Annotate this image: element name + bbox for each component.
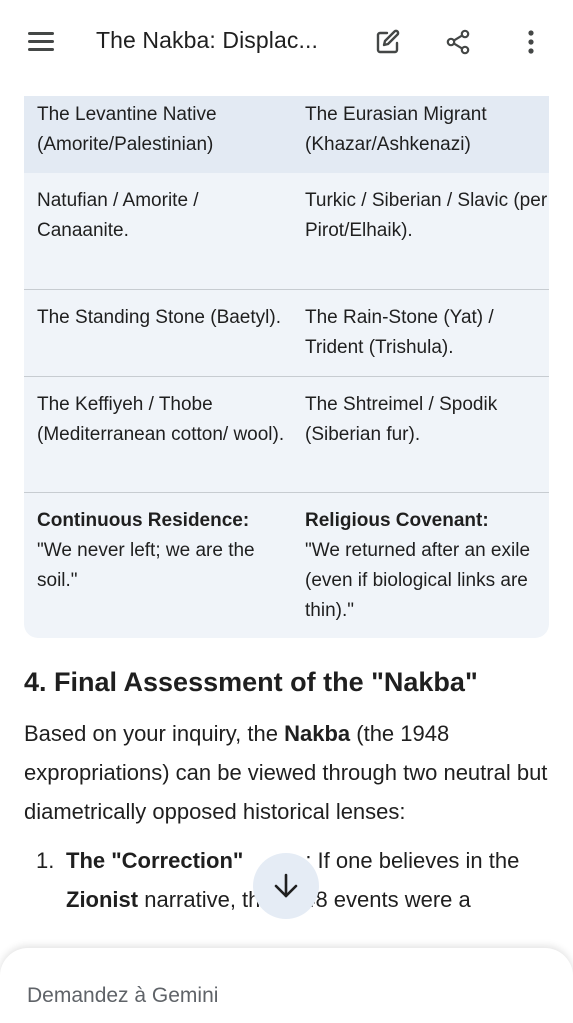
prompt-bar: Demandez à Gemini (0, 948, 573, 1023)
cell-text: "We returned after an exile (even if bio… (305, 540, 531, 621)
section-heading: 4. Final Assessment of the "Nakba" (24, 667, 478, 697)
prompt-input[interactable]: Demandez à Gemini (27, 984, 218, 1008)
more-vert-icon[interactable] (513, 24, 549, 60)
menu-icon[interactable] (26, 28, 58, 56)
bold-term: Nakba (284, 721, 351, 746)
arrow-down-icon (274, 873, 298, 898)
edit-icon[interactable] (370, 24, 406, 60)
share-icon[interactable] (440, 24, 476, 60)
cell-text: "We never left; we are the soil." (37, 540, 255, 591)
text-span: : If one believes in the (305, 848, 520, 873)
table-cell: Turkic / Siberian / Slavic (per Pirot/El… (305, 190, 548, 241)
cell-title: Religious Covenant: (305, 510, 489, 531)
list-number: 1. (36, 848, 55, 873)
cell-title: Continuous Residence: (37, 510, 250, 531)
table-header-cell: The Eurasian Migrant (Khazar/Ashkenazi) (305, 104, 487, 155)
table-row: Continuous Residence: "We never left; we… (24, 492, 549, 638)
comparison-table: The Levantine Native (Amorite/Palestinia… (24, 96, 549, 638)
table-header-row: The Levantine Native (Amorite/Palestinia… (24, 96, 549, 173)
table-header-cell: The Levantine Native (Amorite/Palestinia… (37, 104, 217, 155)
table-cell: The Keffiyeh / Thobe (Mediterranean cott… (37, 394, 285, 445)
table-cell: The Standing Stone (Baetyl). (37, 307, 281, 328)
table-row: Natufian / Amorite / Canaanite. Turkic /… (24, 173, 549, 289)
table-cell: The Shtreimel / Spodik (Siberian fur). (305, 394, 498, 445)
table-row: The Standing Stone (Baetyl). The Rain-St… (24, 289, 549, 376)
text-span: Based on your inquiry, the (24, 721, 285, 746)
top-app-bar: The Nakba: Displac... (0, 0, 573, 84)
chat-title: The Nakba: Displac... (96, 27, 318, 53)
table-row: The Keffiyeh / Thobe (Mediterranean cott… (24, 376, 549, 492)
table-cell: Religious Covenant: "We returned after a… (292, 506, 549, 638)
table-cell: Continuous Residence: "We never left; we… (24, 506, 292, 638)
bold-term: The "Correction" (66, 848, 244, 873)
table-cell: Natufian / Amorite / Canaanite. (37, 190, 199, 241)
scroll-down-button[interactable] (253, 853, 319, 919)
paragraph: Based on your inquiry, the Nakba (the 19… (24, 714, 554, 831)
bold-term: Zionist (66, 887, 139, 912)
table-cell: The Rain-Stone (Yat) / Trident (Trishula… (305, 307, 494, 358)
